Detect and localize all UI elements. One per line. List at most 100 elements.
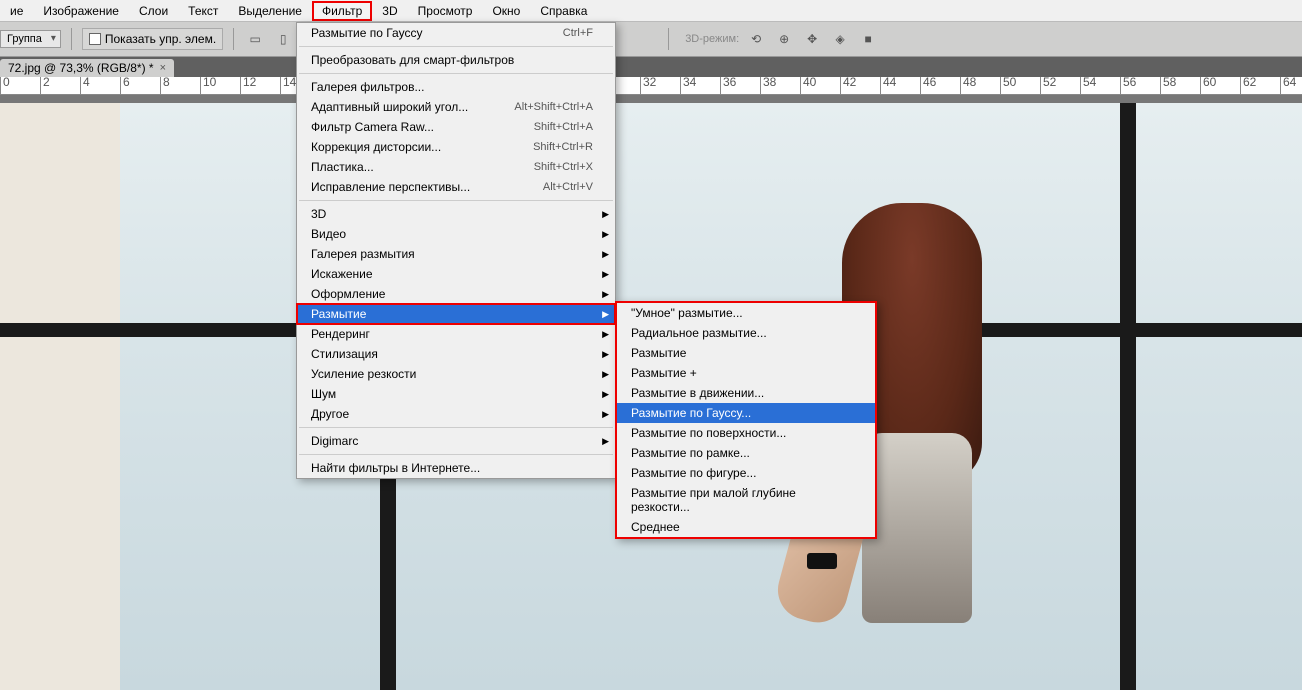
submenu-item-размытие-[interactable]: Размытие + — [617, 363, 875, 383]
menu-item-digimarc[interactable]: Digimarc ▶ — [297, 431, 615, 451]
ruler-tick: 62 — [1240, 77, 1256, 94]
ruler-tick: 48 — [960, 77, 976, 94]
ruler-tick: 54 — [1080, 77, 1096, 94]
submenu-item-label: Среднее — [631, 520, 680, 534]
submenu-item-радиальное-размытие-[interactable]: Радиальное размытие... — [617, 323, 875, 343]
chevron-right-icon: ▶ — [602, 309, 609, 320]
menu-item-пластика-[interactable]: Пластика...Shift+Ctrl+X — [297, 157, 615, 177]
menu-separator — [299, 73, 613, 74]
menu-shortcut: Shift+Ctrl+A — [534, 121, 593, 133]
chevron-right-icon: ▶ — [602, 436, 609, 447]
3d-pan-icon[interactable]: ✥ — [801, 28, 823, 50]
menu-item-преобразовать-для-смарт-фильтров[interactable]: Преобразовать для смарт-фильтров — [297, 50, 615, 70]
submenu-item-размытие[interactable]: Размытие — [617, 343, 875, 363]
menu-item-select[interactable]: Выделение — [228, 1, 312, 21]
menu-item-усиление-резкости[interactable]: Усиление резкости ▶ — [297, 364, 615, 384]
menu-item-размытие-по-гауссу[interactable]: Размытие по ГауссуCtrl+F — [297, 23, 615, 43]
menu-separator — [299, 427, 613, 428]
submenu-item--умное-размытие-[interactable]: "Умное" размытие... — [617, 303, 875, 323]
filter-menu-dropdown: Размытие по ГауссуCtrl+F Преобразовать дл… — [296, 22, 616, 479]
align-icon-1[interactable]: ▭ — [244, 28, 266, 50]
submenu-item-размытие-по-гауссу-[interactable]: Размытие по Гауссу... — [617, 403, 875, 423]
ruler-tick: 36 — [720, 77, 736, 94]
menu-item-галерея-фильтров-[interactable]: Галерея фильтров... — [297, 77, 615, 97]
menu-item-label: Рендеринг — [311, 327, 370, 341]
chevron-right-icon: ▶ — [602, 349, 609, 360]
3d-roll-icon[interactable]: ⊕ — [773, 28, 795, 50]
menu-item-label: Галерея фильтров... — [311, 80, 424, 94]
menu-item-layers[interactable]: Слои — [129, 1, 178, 21]
submenu-item-размытие-в-движении-[interactable]: Размытие в движении... — [617, 383, 875, 403]
menu-item-стилизация[interactable]: Стилизация ▶ — [297, 344, 615, 364]
menu-item-filter[interactable]: Фильтр — [312, 1, 372, 21]
3d-slide-icon[interactable]: ◈ — [829, 28, 851, 50]
document-tab[interactable]: 72.jpg @ 73,3% (RGB/8*) * × — [0, 59, 174, 77]
3d-orbit-icon[interactable]: ⟲ — [745, 28, 767, 50]
menu-item-адаптивный-широкий-угол-[interactable]: Адаптивный широкий угол...Alt+Shift+Ctrl… — [297, 97, 615, 117]
chevron-right-icon: ▶ — [602, 329, 609, 340]
menu-item-видео[interactable]: Видео▶ — [297, 224, 615, 244]
image-watch — [807, 553, 837, 569]
submenu-item-label: Размытие при малой глубине резкости... — [631, 486, 853, 514]
menu-item-window[interactable]: Окно — [482, 1, 530, 21]
chevron-right-icon: ▶ — [602, 289, 609, 300]
menu-item-галерея-размытия[interactable]: Галерея размытия▶ — [297, 244, 615, 264]
menu-item-исправление-перспективы-[interactable]: Исправление перспективы...Alt+Ctrl+V — [297, 177, 615, 197]
menu-item-фильтр-camera-raw-[interactable]: Фильтр Camera Raw... Shift+Ctrl+A — [297, 117, 615, 137]
menu-item-коррекция-дисторсии-[interactable]: Коррекция дисторсии...Shift+Ctrl+R — [297, 137, 615, 157]
submenu-item-размытие-при-малой-глубине-резкости-[interactable]: Размытие при малой глубине резкости... — [617, 483, 875, 517]
menu-item-view[interactable]: Просмотр — [408, 1, 483, 21]
menu-item-label: Исправление перспективы... — [311, 180, 470, 194]
ruler-tick: 56 — [1120, 77, 1136, 94]
chevron-right-icon: ▶ — [602, 209, 609, 220]
menu-item-label: Видео — [311, 227, 346, 241]
menu-item-image[interactable]: Изображение — [33, 1, 129, 21]
ruler-tick: 44 — [880, 77, 896, 94]
3d-camera-icon[interactable]: ■ — [857, 28, 879, 50]
ruler-tick: 2 — [40, 77, 50, 94]
ruler-tick: 12 — [240, 77, 256, 94]
submenu-item-размытие-по-поверхности-[interactable]: Размытие по поверхности... — [617, 423, 875, 443]
menu-item-label: Усиление резкости — [311, 367, 416, 381]
menu-shortcut: Alt+Shift+Ctrl+A — [514, 101, 593, 113]
menu-item-размытие[interactable]: Размытие▶ — [297, 304, 615, 324]
chevron-right-icon: ▶ — [602, 409, 609, 420]
ruler-tick: 38 — [760, 77, 776, 94]
show-controls-label: Показать упр. элем. — [105, 32, 216, 46]
menu-item-другое[interactable]: Другое▶ — [297, 404, 615, 424]
menu-item-оформление[interactable]: Оформление ▶ — [297, 284, 615, 304]
menu-item-label: Digimarc — [311, 434, 358, 448]
menu-separator — [299, 46, 613, 47]
submenu-item-размытие-по-фигуре-[interactable]: Размытие по фигуре... — [617, 463, 875, 483]
submenu-item-среднее[interactable]: Среднее — [617, 517, 875, 537]
submenu-item-label: Размытие по поверхности... — [631, 426, 786, 440]
menu-item-label: Галерея размытия — [311, 247, 415, 261]
menu-item-шум[interactable]: Шум▶ — [297, 384, 615, 404]
chevron-right-icon: ▶ — [602, 369, 609, 380]
close-icon[interactable]: × — [160, 62, 166, 74]
menu-item-3d[interactable]: 3D▶ — [297, 204, 615, 224]
menu-item-найти-фильтры-в-интернете-[interactable]: Найти фильтры в Интернете... — [297, 458, 615, 478]
menu-item-label: Коррекция дисторсии... — [311, 140, 441, 154]
submenu-item-размытие-по-рамке-[interactable]: Размытие по рамке... — [617, 443, 875, 463]
menu-item-label: Фильтр Camera Raw... — [311, 120, 434, 134]
ruler-tick: 40 — [800, 77, 816, 94]
menu-item-text[interactable]: Текст — [178, 1, 228, 21]
menu-separator — [299, 454, 613, 455]
show-controls-checkbox-row[interactable]: Показать упр. элем. — [82, 28, 223, 50]
menu-item-label: Стилизация — [311, 347, 378, 361]
menu-item-help[interactable]: Справка — [530, 1, 597, 21]
ruler-tick: 64 — [1280, 77, 1296, 94]
align-icon-2[interactable]: ▯ — [272, 28, 294, 50]
ruler-tick: 10 — [200, 77, 216, 94]
show-controls-checkbox[interactable] — [89, 33, 101, 45]
submenu-item-label: Размытие + — [631, 366, 697, 380]
menu-item-edit-partial[interactable]: ие — [0, 1, 33, 21]
menu-item-искажение[interactable]: Искажение▶ — [297, 264, 615, 284]
menu-item-рендеринг[interactable]: Рендеринг ▶ — [297, 324, 615, 344]
group-select[interactable]: Группа — [0, 30, 61, 48]
menu-item-3d[interactable]: 3D — [372, 1, 407, 21]
document-tab-bar: 72.jpg @ 73,3% (RGB/8*) * × — [0, 57, 1302, 77]
menu-item-label: Оформление — [311, 287, 385, 301]
ruler-tick: 34 — [680, 77, 696, 94]
